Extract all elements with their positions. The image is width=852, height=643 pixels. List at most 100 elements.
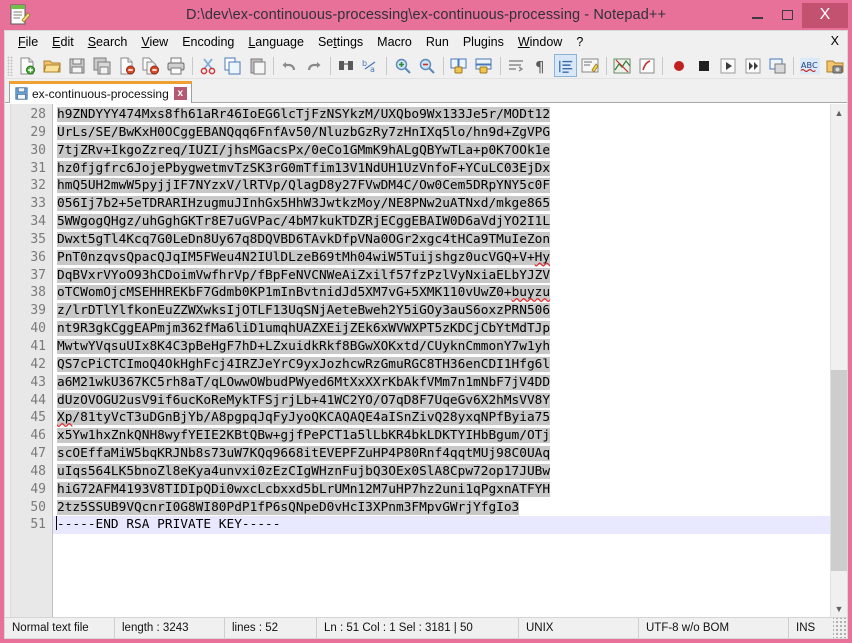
menu-language-rest: anguage bbox=[255, 35, 304, 49]
code-line[interactable]: 2tz5SSUB9VQcnrI0G8WI80PdP1fP6sQNpeD0vHcI… bbox=[53, 499, 830, 517]
zoom-in-icon[interactable] bbox=[391, 54, 414, 77]
code-line[interactable]: -----END RSA PRIVATE KEY----- bbox=[53, 516, 830, 535]
code-line[interactable]: 056Ij7b2+5eTDRARIHzugmuJInhGx5HhW3JwtkzM… bbox=[53, 195, 830, 213]
paste-icon[interactable] bbox=[246, 54, 269, 77]
user-defined-dialog-icon[interactable] bbox=[579, 54, 602, 77]
line-number: 28 bbox=[30, 107, 46, 122]
code-line[interactable]: QS7cPiCTCImoQ4OkHghFcj4IRZJeYrC9yxJozhcw… bbox=[53, 356, 830, 374]
code-line[interactable]: 5WWgogQHgz/uhGghGKTr8E7uGVPac/4bM7kukTDZ… bbox=[53, 213, 830, 231]
code-line[interactable]: MwtwYVqsuUIx8K4C3pBeHgF7hD+LZxuidkRkf8BG… bbox=[53, 338, 830, 356]
function-list-icon[interactable] bbox=[636, 54, 659, 77]
menu-window[interactable]: Window bbox=[511, 33, 569, 51]
maximize-button[interactable] bbox=[772, 3, 802, 28]
menu-run[interactable]: Run bbox=[419, 33, 456, 51]
sync-horizontal-scroll-icon[interactable] bbox=[473, 54, 496, 77]
new-file-icon[interactable] bbox=[16, 54, 39, 77]
editor-area: 28 29 30 31 32 33 34 35 36 37 38 39 40 41 42 43 44 45 46 47… bbox=[5, 103, 847, 617]
code-line[interactable]: hiG72AFM4193V8TIDIpQDi0wxcLcbxxd5bLrUMn1… bbox=[53, 481, 830, 499]
tab-ex-continuous-processing[interactable]: ex-continuous-processing x bbox=[9, 81, 192, 103]
scroll-down-arrow[interactable]: ▼ bbox=[831, 600, 847, 617]
menu-encoding[interactable]: Encoding bbox=[175, 33, 241, 51]
tab-close-icon[interactable]: x bbox=[173, 87, 187, 100]
word-wrap-icon[interactable] bbox=[504, 54, 527, 77]
close-document-button[interactable]: X bbox=[831, 34, 839, 48]
svg-text:¶: ¶ bbox=[535, 58, 545, 75]
menu-edit[interactable]: Edit bbox=[45, 33, 81, 51]
toolbar-separator-9 bbox=[793, 56, 795, 75]
play-multiple-macro-icon[interactable] bbox=[742, 54, 765, 77]
line-number: 44 bbox=[30, 392, 46, 408]
find-icon[interactable] bbox=[335, 54, 358, 77]
code-line[interactable]: x5Yw1hxZnkQNH8wyfYEIE2KBtQBw+gjfPePCT1a5… bbox=[53, 427, 830, 445]
menu-file[interactable]: File bbox=[11, 33, 45, 51]
status-eol-format: UNIX bbox=[519, 618, 639, 638]
menu-language[interactable]: Language bbox=[241, 33, 311, 51]
code-line[interactable]: Dwxt5gTl4Kcq7G0LeDn8Uy67q8DQVBD6TAvkDfpV… bbox=[53, 231, 830, 249]
menu-settings[interactable]: Settings bbox=[311, 33, 370, 51]
menu-help[interactable]: ? bbox=[569, 33, 590, 51]
close-button[interactable]: X bbox=[802, 2, 848, 28]
line-number: 31 bbox=[30, 160, 46, 176]
close-all-icon[interactable] bbox=[140, 54, 163, 77]
spell-check-icon[interactable]: ABC bbox=[798, 54, 821, 77]
show-indent-guide-icon[interactable] bbox=[554, 54, 577, 77]
scroll-up-arrow[interactable]: ▲ bbox=[831, 104, 847, 121]
minimize-button[interactable] bbox=[742, 3, 772, 28]
line-number: 37 bbox=[30, 267, 46, 283]
notepadpp-app-icon[interactable] bbox=[9, 4, 31, 26]
code-line[interactable]: 7tjZRv+IkgoZzreq/IUZI/jhsMGacsPx/0eCo1GM… bbox=[53, 142, 830, 160]
code-line[interactable]: PnT0nzqvsQpacQJqIM5FWeu4N2IUlDLzeB69tMh0… bbox=[53, 249, 830, 267]
menu-macro[interactable]: Macro bbox=[370, 33, 419, 51]
code-line[interactable]: scOEffaMiW5bqKRJNb8s73uW7KQq9668itEVEPFZ… bbox=[53, 445, 830, 463]
show-document-map-icon[interactable] bbox=[611, 54, 634, 77]
undo-icon[interactable] bbox=[278, 54, 301, 77]
menu-plugins[interactable]: Plugins bbox=[456, 33, 511, 51]
line-number: 50 bbox=[30, 499, 46, 515]
code-line[interactable]: z/lrDTlYlfkonEuZZWXwksIjOTLF13UqSNjAeteB… bbox=[53, 302, 830, 320]
redo-icon[interactable] bbox=[303, 54, 326, 77]
start-recording-icon[interactable] bbox=[667, 54, 690, 77]
code-line[interactable]: nt9R3gkCggEAPmjm362fMa6liD1umqhUAZXEijZE… bbox=[53, 320, 830, 338]
code-line[interactable]: uIqs564LK5bnoZl8eKya4unvxi0zEzCIgWHznFuj… bbox=[53, 463, 830, 481]
menu-file-rest: ile bbox=[25, 35, 39, 49]
vertical-scroll-track[interactable] bbox=[831, 121, 847, 600]
code-line[interactable]: oTCWomOjcMSEHHREKbF7Gdmb0KP1mInBvtnidJd5… bbox=[53, 284, 830, 302]
code-line[interactable]: hz0fjgfrc6JojePbygwetmvTzSK3rG0mTfim13V1… bbox=[53, 160, 830, 178]
close-file-icon[interactable] bbox=[115, 54, 138, 77]
tab-saved-icon bbox=[15, 87, 28, 100]
save-file-icon[interactable] bbox=[66, 54, 89, 77]
sync-vertical-scroll-icon[interactable] bbox=[448, 54, 471, 77]
toolbar-grip[interactable] bbox=[7, 55, 13, 76]
vertical-scrollbar[interactable]: ▲ ▼ bbox=[830, 104, 847, 617]
code-line[interactable]: DqBVxrVYoO93hCDoimVwfhrVp/fBpFeNVCNWeAiZ… bbox=[53, 267, 830, 285]
save-all-icon[interactable] bbox=[90, 54, 113, 77]
toolbar-separator-2 bbox=[273, 56, 275, 75]
line-number: 34 bbox=[30, 214, 46, 230]
code-line[interactable]: h9ZNDYYY474Mxs8fh61aRr46IoEG6lcTjFzNSYkz… bbox=[53, 106, 830, 124]
zoom-out-icon[interactable] bbox=[416, 54, 439, 77]
code-line[interactable]: a6M21wkU367KC5rh8aT/qLOwwOWbudPWyed6MtXx… bbox=[53, 374, 830, 392]
menu-search[interactable]: Search bbox=[81, 33, 135, 51]
code-line[interactable]: UrLs/SE/BwKxH0OCggEBANQqq6FnfAv50/NluzbG… bbox=[53, 124, 830, 142]
toolbar-separator-5 bbox=[442, 56, 444, 75]
line-number: 46 bbox=[30, 428, 46, 444]
save-macro-icon[interactable] bbox=[767, 54, 790, 77]
cut-icon[interactable] bbox=[197, 54, 220, 77]
menu-view[interactable]: View bbox=[134, 33, 175, 51]
play-macro-icon[interactable] bbox=[717, 54, 740, 77]
vertical-scroll-thumb[interactable] bbox=[831, 370, 847, 572]
code-line[interactable]: hmQ5UH2mwW5pyjjIF7NYzxV/lRTVp/QlagD8y27F… bbox=[53, 177, 830, 195]
line-number: 29 bbox=[30, 124, 46, 140]
toolbar-separator-7 bbox=[605, 56, 607, 75]
run-macro-dialog-icon[interactable] bbox=[823, 54, 846, 77]
resize-grip[interactable] bbox=[833, 618, 847, 638]
copy-icon[interactable] bbox=[221, 54, 244, 77]
show-all-characters-icon[interactable]: ¶ bbox=[529, 54, 552, 77]
open-file-icon[interactable] bbox=[41, 54, 64, 77]
replace-icon[interactable]: b a bbox=[359, 54, 382, 77]
code-line[interactable]: dUzOVOGU2usV9if6ucKoReMykTFSjrjLb+41WC2Y… bbox=[53, 392, 830, 410]
code-text-area[interactable]: h9ZNDYYY474Mxs8fh61aRr46IoEG6lcTjFzNSYkz… bbox=[53, 104, 830, 617]
code-line[interactable]: Xp/81tyVcT3uDGnBjYb/A8pgpqJqFyJyoQKCAQAQ… bbox=[53, 409, 830, 427]
stop-recording-icon[interactable] bbox=[692, 54, 715, 77]
print-icon[interactable] bbox=[165, 54, 188, 77]
